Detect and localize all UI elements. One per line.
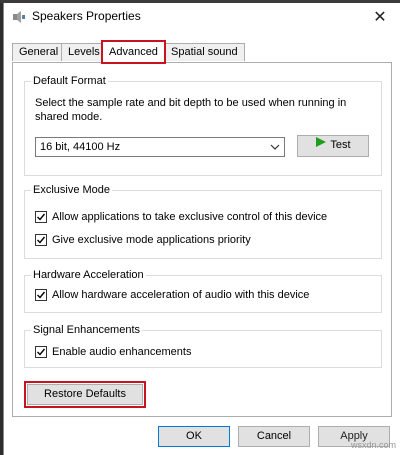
exclusive-priority-label: Give exclusive mode applications priorit… [52, 234, 251, 246]
signal-enhancements-group: Signal Enhancements Enable audio enhance… [24, 323, 382, 368]
watermark-text: wsxdn.com [350, 440, 396, 450]
speaker-icon [12, 10, 26, 24]
exclusive-priority-option[interactable]: Give exclusive mode applications priorit… [35, 233, 251, 247]
exclusive-control-option[interactable]: Allow applications to take exclusive con… [35, 210, 327, 224]
tab-general[interactable]: General [12, 43, 66, 61]
audio-enhancements-option[interactable]: Enable audio enhancements [35, 345, 191, 359]
hardware-acceleration-group: Hardware Acceleration Allow hardware acc… [24, 268, 382, 313]
hardware-acceleration-option[interactable]: Allow hardware acceleration of audio wit… [35, 288, 309, 302]
chevron-down-icon [270, 138, 280, 163]
exclusive-mode-legend: Exclusive Mode [31, 183, 113, 197]
window-title: Speakers Properties [32, 9, 141, 23]
default-format-group: Default Format Select the sample rate an… [24, 74, 382, 176]
play-icon [315, 136, 327, 155]
close-icon: ✕ [373, 9, 387, 26]
hardware-acceleration-checkbox[interactable] [35, 289, 47, 301]
exclusive-control-label: Allow applications to take exclusive con… [52, 211, 328, 223]
default-format-legend: Default Format [31, 74, 108, 88]
checkmark-icon [37, 348, 46, 356]
tab-advanced[interactable]: Advanced [101, 40, 166, 64]
hardware-acceleration-label: Allow hardware acceleration of audio wit… [52, 289, 310, 301]
restore-defaults-button[interactable]: Restore Defaults [24, 381, 146, 408]
checkmark-icon [37, 291, 46, 299]
tab-strip: General Levels Advanced Spatial sound [12, 40, 392, 64]
sample-format-dropdown[interactable]: 16 bit, 44100 Hz [35, 137, 285, 157]
test-button-label: Test [330, 139, 351, 151]
sample-format-value: 16 bit, 44100 Hz [40, 141, 121, 153]
speakers-properties-dialog: Speakers Properties ✕ General Levels Adv… [3, 3, 400, 455]
cancel-button[interactable]: Cancel [238, 426, 310, 447]
close-button[interactable]: ✕ [360, 3, 400, 31]
title-bar[interactable]: Speakers Properties ✕ [4, 3, 400, 31]
signal-enhancements-legend: Signal Enhancements [31, 323, 143, 337]
exclusive-control-checkbox[interactable] [35, 211, 47, 223]
tab-levels[interactable]: Levels [61, 43, 107, 61]
audio-enhancements-checkbox[interactable] [35, 346, 47, 358]
checkmark-icon [37, 213, 46, 221]
hardware-acceleration-legend: Hardware Acceleration [31, 268, 146, 282]
default-format-description: Select the sample rate and bit depth to … [35, 97, 347, 123]
checkmark-icon [37, 236, 46, 244]
exclusive-priority-checkbox[interactable] [35, 234, 47, 246]
exclusive-mode-group: Exclusive Mode Allow applications to tak… [24, 183, 382, 259]
ok-button[interactable]: OK [158, 426, 230, 447]
test-button[interactable]: Test [297, 135, 369, 157]
advanced-tab-panel: Default Format Select the sample rate an… [12, 62, 392, 417]
tab-spatial-sound[interactable]: Spatial sound [164, 43, 245, 61]
audio-enhancements-label: Enable audio enhancements [52, 346, 192, 358]
